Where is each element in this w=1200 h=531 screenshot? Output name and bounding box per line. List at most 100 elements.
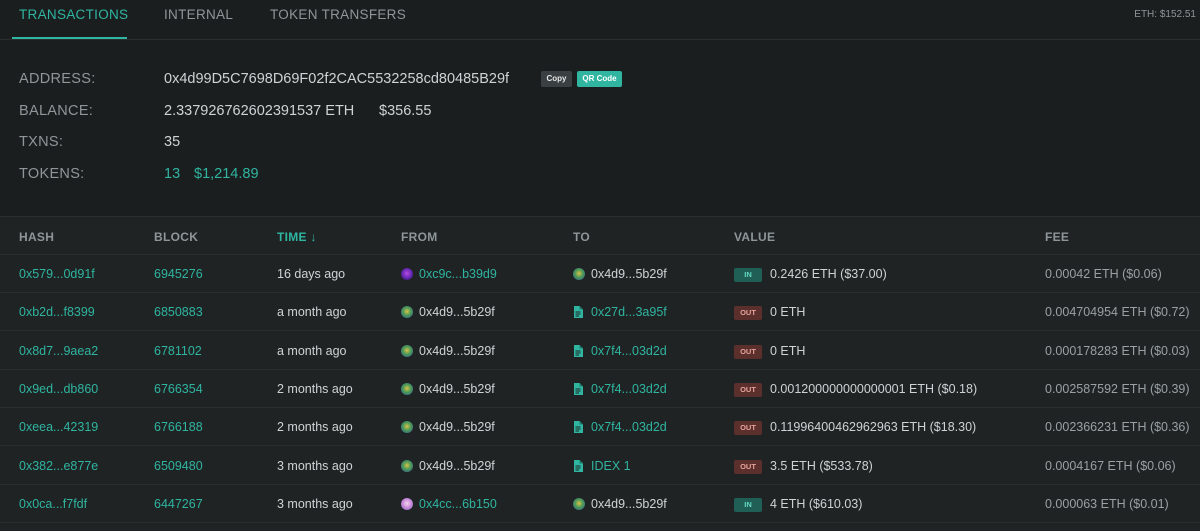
contract-document-icon bbox=[573, 306, 583, 319]
tokens-usd[interactable]: $1,214.89 bbox=[194, 166, 259, 182]
tx-hash-link[interactable]: 0x382...e877e bbox=[19, 459, 98, 473]
to-address-text: 0x27d...3a95f bbox=[591, 305, 667, 320]
tx-hash-link[interactable]: 0xeea...42319 bbox=[19, 420, 98, 434]
tab-token-transfers[interactable]: TOKEN TRANSFERS bbox=[270, 7, 406, 22]
direction-badge: OUT bbox=[734, 421, 762, 436]
tx-hash-link[interactable]: 0xb2d...f8399 bbox=[19, 305, 95, 319]
tx-value-text: 4 ETH ($610.03) bbox=[770, 496, 863, 511]
identicon-icon bbox=[401, 268, 413, 280]
to-address[interactable]: 0x7f4...03d2d bbox=[573, 382, 667, 396]
table-row: 0x9ed...db860 6766354 2 months ago 0x4d9...… bbox=[0, 370, 1200, 408]
tx-value-text: 3.5 ETH ($533.78) bbox=[770, 458, 873, 473]
tx-value-text: 0 ETH bbox=[770, 305, 806, 320]
tx-time: a month ago bbox=[277, 343, 347, 358]
from-address[interactable]: 0xc9c...b39d9 bbox=[401, 267, 497, 281]
identicon-icon bbox=[401, 382, 413, 395]
direction-badge: OUT bbox=[734, 344, 762, 359]
tx-time: 2 months ago bbox=[277, 381, 353, 396]
direction-badge: OUT bbox=[734, 459, 762, 474]
tx-fee: 0.004704954 ETH ($0.72) bbox=[1045, 305, 1190, 320]
tx-value-text: 0 ETH bbox=[770, 343, 806, 358]
tx-hash-link[interactable]: 0x8d7...9aea2 bbox=[19, 344, 98, 358]
block-link[interactable]: 6766354 bbox=[154, 382, 203, 396]
direction-badge: OUT bbox=[734, 382, 762, 397]
from-address-text: 0xc9c...b39d9 bbox=[419, 267, 497, 281]
qr-code-button[interactable]: QR Code bbox=[577, 71, 622, 87]
tokens-label: TOKENS: bbox=[19, 166, 85, 182]
tab-transactions[interactable]: TRANSACTIONS bbox=[19, 7, 128, 22]
address-value: 0x4d99D5C7698D69F02f2CAC5532258cd80485B2… bbox=[164, 71, 510, 87]
tx-hash-link[interactable]: 0x0ca...f7fdf bbox=[19, 497, 87, 511]
identicon-icon bbox=[401, 497, 413, 510]
block-link[interactable]: 6781102 bbox=[154, 344, 202, 358]
to-address[interactable]: 0x27d...3a95f bbox=[573, 305, 667, 319]
tx-value: IN 4 ETH ($610.03) bbox=[734, 497, 862, 512]
tx-fee: 0.000178283 ETH ($0.03) bbox=[1045, 343, 1190, 358]
header-to: TO bbox=[573, 230, 591, 244]
top-tab-bar: TRANSACTIONS INTERNAL TOKEN TRANSFERS ET… bbox=[0, 0, 1200, 40]
address-label: ADDRESS: bbox=[19, 71, 96, 87]
address-summary: ADDRESS: 0x4d99D5C7698D69F02f2CAC5532258… bbox=[0, 40, 1200, 216]
from-address: 0x4d9...5b29f bbox=[401, 420, 495, 434]
table-row: 0x8d7...9aea2 6781102 a month ago 0x4d9...5… bbox=[0, 332, 1200, 370]
tx-time: 3 months ago bbox=[277, 458, 353, 473]
from-address-text: 0x4d9...5b29f bbox=[419, 420, 495, 435]
to-address-text: 0x7f4...03d2d bbox=[591, 381, 667, 396]
tx-value: OUT 3.5 ETH ($533.78) bbox=[734, 459, 873, 474]
copy-button[interactable]: Copy bbox=[541, 71, 572, 87]
contract-document-icon bbox=[573, 459, 583, 472]
header-fee: FEE bbox=[1045, 230, 1070, 244]
from-address: 0x4d9...5b29f bbox=[401, 459, 495, 473]
block-link[interactable]: 6509480 bbox=[154, 459, 203, 473]
block-link[interactable]: 6766188 bbox=[154, 420, 203, 434]
tx-fee: 0.000063 ETH ($0.01) bbox=[1045, 496, 1169, 511]
balance-label: BALANCE: bbox=[19, 103, 94, 119]
block-link[interactable]: 6447267 bbox=[154, 497, 203, 511]
tx-time: 2 months ago bbox=[277, 420, 353, 435]
to-address[interactable]: IDEX 1 bbox=[573, 459, 631, 473]
header-value: VALUE bbox=[734, 230, 776, 244]
transactions-table: HASH BLOCK TIME ↓ FROM TO VALUE FEE 0x57… bbox=[0, 216, 1200, 531]
tx-hash-link[interactable]: 0x579...0d91f bbox=[19, 267, 95, 281]
tab-internal[interactable]: INTERNAL bbox=[164, 7, 233, 22]
balance-eth: 2.337926762602391537 ETH bbox=[164, 103, 355, 119]
txns-count: 35 bbox=[164, 134, 181, 150]
from-address: 0x4d9...5b29f bbox=[401, 344, 495, 358]
identicon-icon bbox=[573, 268, 585, 280]
from-address[interactable]: 0x4cc...6b150 bbox=[401, 497, 497, 511]
to-address-text: 0x4d9...5b29f bbox=[591, 496, 667, 511]
table-row: 0xeea...42319 6766188 2 months ago 0x4d9...… bbox=[0, 408, 1200, 447]
tx-time: 3 months ago bbox=[277, 496, 353, 511]
tx-value-text: 0.11996400462962963 ETH ($18.30) bbox=[770, 420, 977, 435]
to-address-text: IDEX 1 bbox=[591, 458, 631, 473]
tx-value: IN 0.2426 ETH ($37.00) bbox=[734, 267, 887, 282]
header-block: BLOCK bbox=[154, 230, 199, 244]
tx-time: a month ago bbox=[277, 305, 347, 320]
identicon-icon bbox=[573, 497, 585, 510]
tx-hash-link[interactable]: 0x9ed...db860 bbox=[19, 382, 98, 396]
from-address: 0x4d9...5b29f bbox=[401, 305, 495, 319]
eth-price: ETH: $152.51 bbox=[1134, 9, 1196, 20]
contract-document-icon bbox=[573, 421, 583, 434]
tx-value-text: 0.001200000000000001 ETH ($0.18) bbox=[770, 381, 978, 396]
table-row: 0x579...0d91f 6945276 16 days ago 0xc9c...b… bbox=[0, 255, 1200, 293]
direction-badge: OUT bbox=[734, 306, 762, 321]
to-address-text: 0x7f4...03d2d bbox=[591, 420, 667, 435]
tx-value: OUT 0.11996400462962963 ETH ($18.30) bbox=[734, 420, 977, 436]
identicon-icon bbox=[401, 459, 413, 472]
to-address[interactable]: 0x7f4...03d2d bbox=[573, 420, 667, 434]
identicon-icon bbox=[401, 421, 413, 434]
tokens-count[interactable]: 13 bbox=[164, 166, 180, 182]
block-link[interactable]: 6850883 bbox=[154, 305, 203, 319]
to-address[interactable]: 0x7f4...03d2d bbox=[573, 344, 667, 358]
tx-value: OUT 0 ETH bbox=[734, 344, 805, 359]
active-tab-indicator bbox=[12, 37, 127, 39]
from-address-text: 0x4d9...5b29f bbox=[419, 458, 495, 473]
block-link[interactable]: 6945276 bbox=[154, 267, 203, 281]
from-address: 0x4d9...5b29f bbox=[401, 382, 495, 396]
table-row: 0x0ca...f7fdf 6447267 3 months ago 0x4cc...… bbox=[0, 485, 1200, 523]
tx-fee: 0.0004167 ETH ($0.06) bbox=[1045, 458, 1176, 473]
tx-fee: 0.00042 ETH ($0.06) bbox=[1045, 267, 1162, 281]
to-address: 0x4d9...5b29f bbox=[573, 267, 667, 281]
header-time-sort[interactable]: TIME ↓ bbox=[277, 230, 317, 244]
